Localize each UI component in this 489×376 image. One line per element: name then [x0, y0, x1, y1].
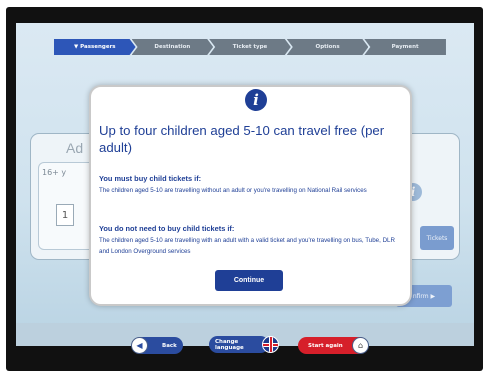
- home-icon[interactable]: ⌂: [352, 337, 369, 354]
- uk-flag-icon[interactable]: [262, 336, 279, 353]
- tickets-button[interactable]: Tickets: [420, 226, 454, 250]
- back-label: Back: [162, 342, 177, 349]
- continue-button[interactable]: Continue: [215, 270, 283, 291]
- lang-label-line2: language: [215, 344, 244, 351]
- change-language-button[interactable]: Change language: [209, 336, 269, 353]
- step-options[interactable]: Options: [287, 39, 369, 55]
- panel-title: Ad: [66, 140, 84, 156]
- dialog-title: Up to four children aged 5-10 can travel…: [99, 123, 385, 155]
- start-again-label: Start again: [308, 342, 343, 349]
- adult-count-field[interactable]: 1: [56, 204, 74, 226]
- step-destination[interactable]: Destination: [132, 39, 214, 55]
- step-passengers[interactable]: ▼ Passengers: [54, 39, 136, 55]
- info-icon: i: [245, 89, 267, 111]
- back-arrow-icon[interactable]: ◀: [131, 337, 148, 354]
- step-payment[interactable]: Payment: [364, 39, 446, 55]
- must-buy-body: The children aged 5-10 are travelling wi…: [99, 187, 367, 194]
- must-buy-heading: You must buy child tickets if:: [99, 174, 202, 183]
- progress-steps: ▼ Passengers Destination Ticket type Opt…: [54, 39, 446, 55]
- no-need-heading: You do not need to buy child tickets if:: [99, 224, 235, 233]
- no-need-body: The children aged 5-10 are travelling wi…: [99, 237, 395, 255]
- age-label: 16+ y: [42, 168, 67, 177]
- step-ticket-type[interactable]: Ticket type: [209, 39, 291, 55]
